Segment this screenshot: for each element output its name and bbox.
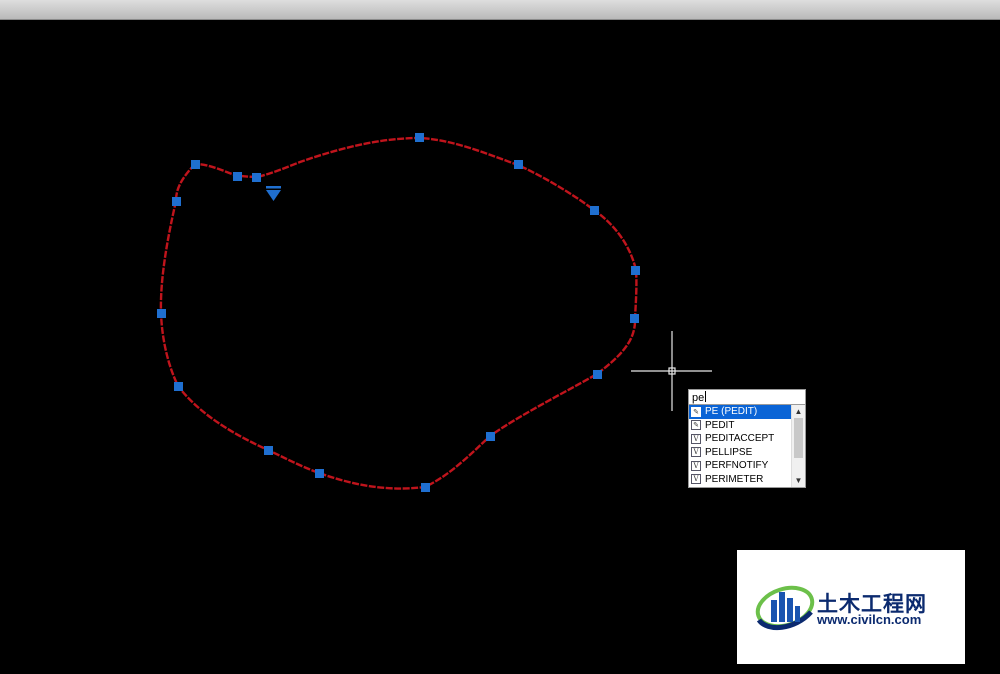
grip-point — [264, 446, 273, 455]
suggestion-item[interactable]: V PERIMETER — [689, 473, 791, 487]
grip-point — [252, 173, 261, 182]
suggestion-label: PELLIPSE — [705, 446, 753, 458]
suggestion-label: PE (PEDIT) — [705, 406, 758, 417]
chevron-up-icon[interactable]: ▲ — [792, 405, 805, 418]
command-input-value: pe — [692, 392, 705, 404]
command-autocomplete[interactable]: pe ✎ PE (PEDIT) ✎ PEDIT V PEDITACCEPT V … — [688, 389, 806, 488]
text-caret — [705, 391, 707, 402]
tangent-grip-icon[interactable] — [266, 186, 281, 201]
grip-point — [233, 172, 242, 181]
suggestion-item[interactable]: V PELLIPSE — [689, 446, 791, 460]
variable-icon: V — [691, 460, 701, 471]
chevron-down-icon[interactable]: ▼ — [792, 474, 805, 487]
suggestion-item[interactable]: V PEDITACCEPT — [689, 432, 791, 446]
grip-point — [486, 432, 495, 441]
pen-icon: ✎ — [691, 420, 701, 431]
scrollbar-thumb[interactable] — [794, 418, 803, 458]
grip-point — [590, 206, 599, 215]
grip-point — [631, 266, 640, 275]
command-input[interactable]: pe — [688, 389, 806, 405]
grip-point — [172, 197, 181, 206]
grip-point — [415, 133, 424, 142]
suggestion-label: PERIMETER — [705, 473, 764, 485]
suggestion-label: PEDIT — [705, 419, 735, 431]
watermark-url: www.civilcn.com — [817, 612, 922, 627]
grip-point — [174, 382, 183, 391]
variable-icon: V — [691, 433, 701, 444]
suggestion-list[interactable]: ✎ PE (PEDIT) ✎ PEDIT V PEDITACCEPT V PEL… — [688, 405, 806, 488]
grip-point — [157, 309, 166, 318]
grip-point — [593, 370, 602, 379]
suggestion-label: PEDITACCEPT — [705, 433, 775, 444]
spline-curve[interactable] — [159, 136, 638, 490]
grip-point — [630, 314, 639, 323]
pen-icon: ✎ — [691, 406, 701, 417]
variable-icon: V — [691, 474, 701, 485]
grip-point — [421, 483, 430, 492]
grip-point — [514, 160, 523, 169]
suggestion-scrollbar[interactable]: ▲ ▼ — [791, 405, 805, 487]
suggestion-item[interactable]: ✎ PE (PEDIT) — [689, 405, 791, 419]
grip-point — [191, 160, 200, 169]
watermark: 土木工程网 www.civilcn.com — [737, 550, 965, 664]
suggestion-label: PERFNOTIFY — [705, 460, 769, 471]
civilcn-logo-icon — [755, 585, 815, 631]
grip-points[interactable] — [157, 133, 640, 492]
suggestion-item[interactable]: V PERFNOTIFY — [689, 459, 791, 473]
variable-icon: V — [691, 447, 701, 458]
grip-point — [315, 469, 324, 478]
suggestion-item[interactable]: ✎ PEDIT — [689, 419, 791, 433]
